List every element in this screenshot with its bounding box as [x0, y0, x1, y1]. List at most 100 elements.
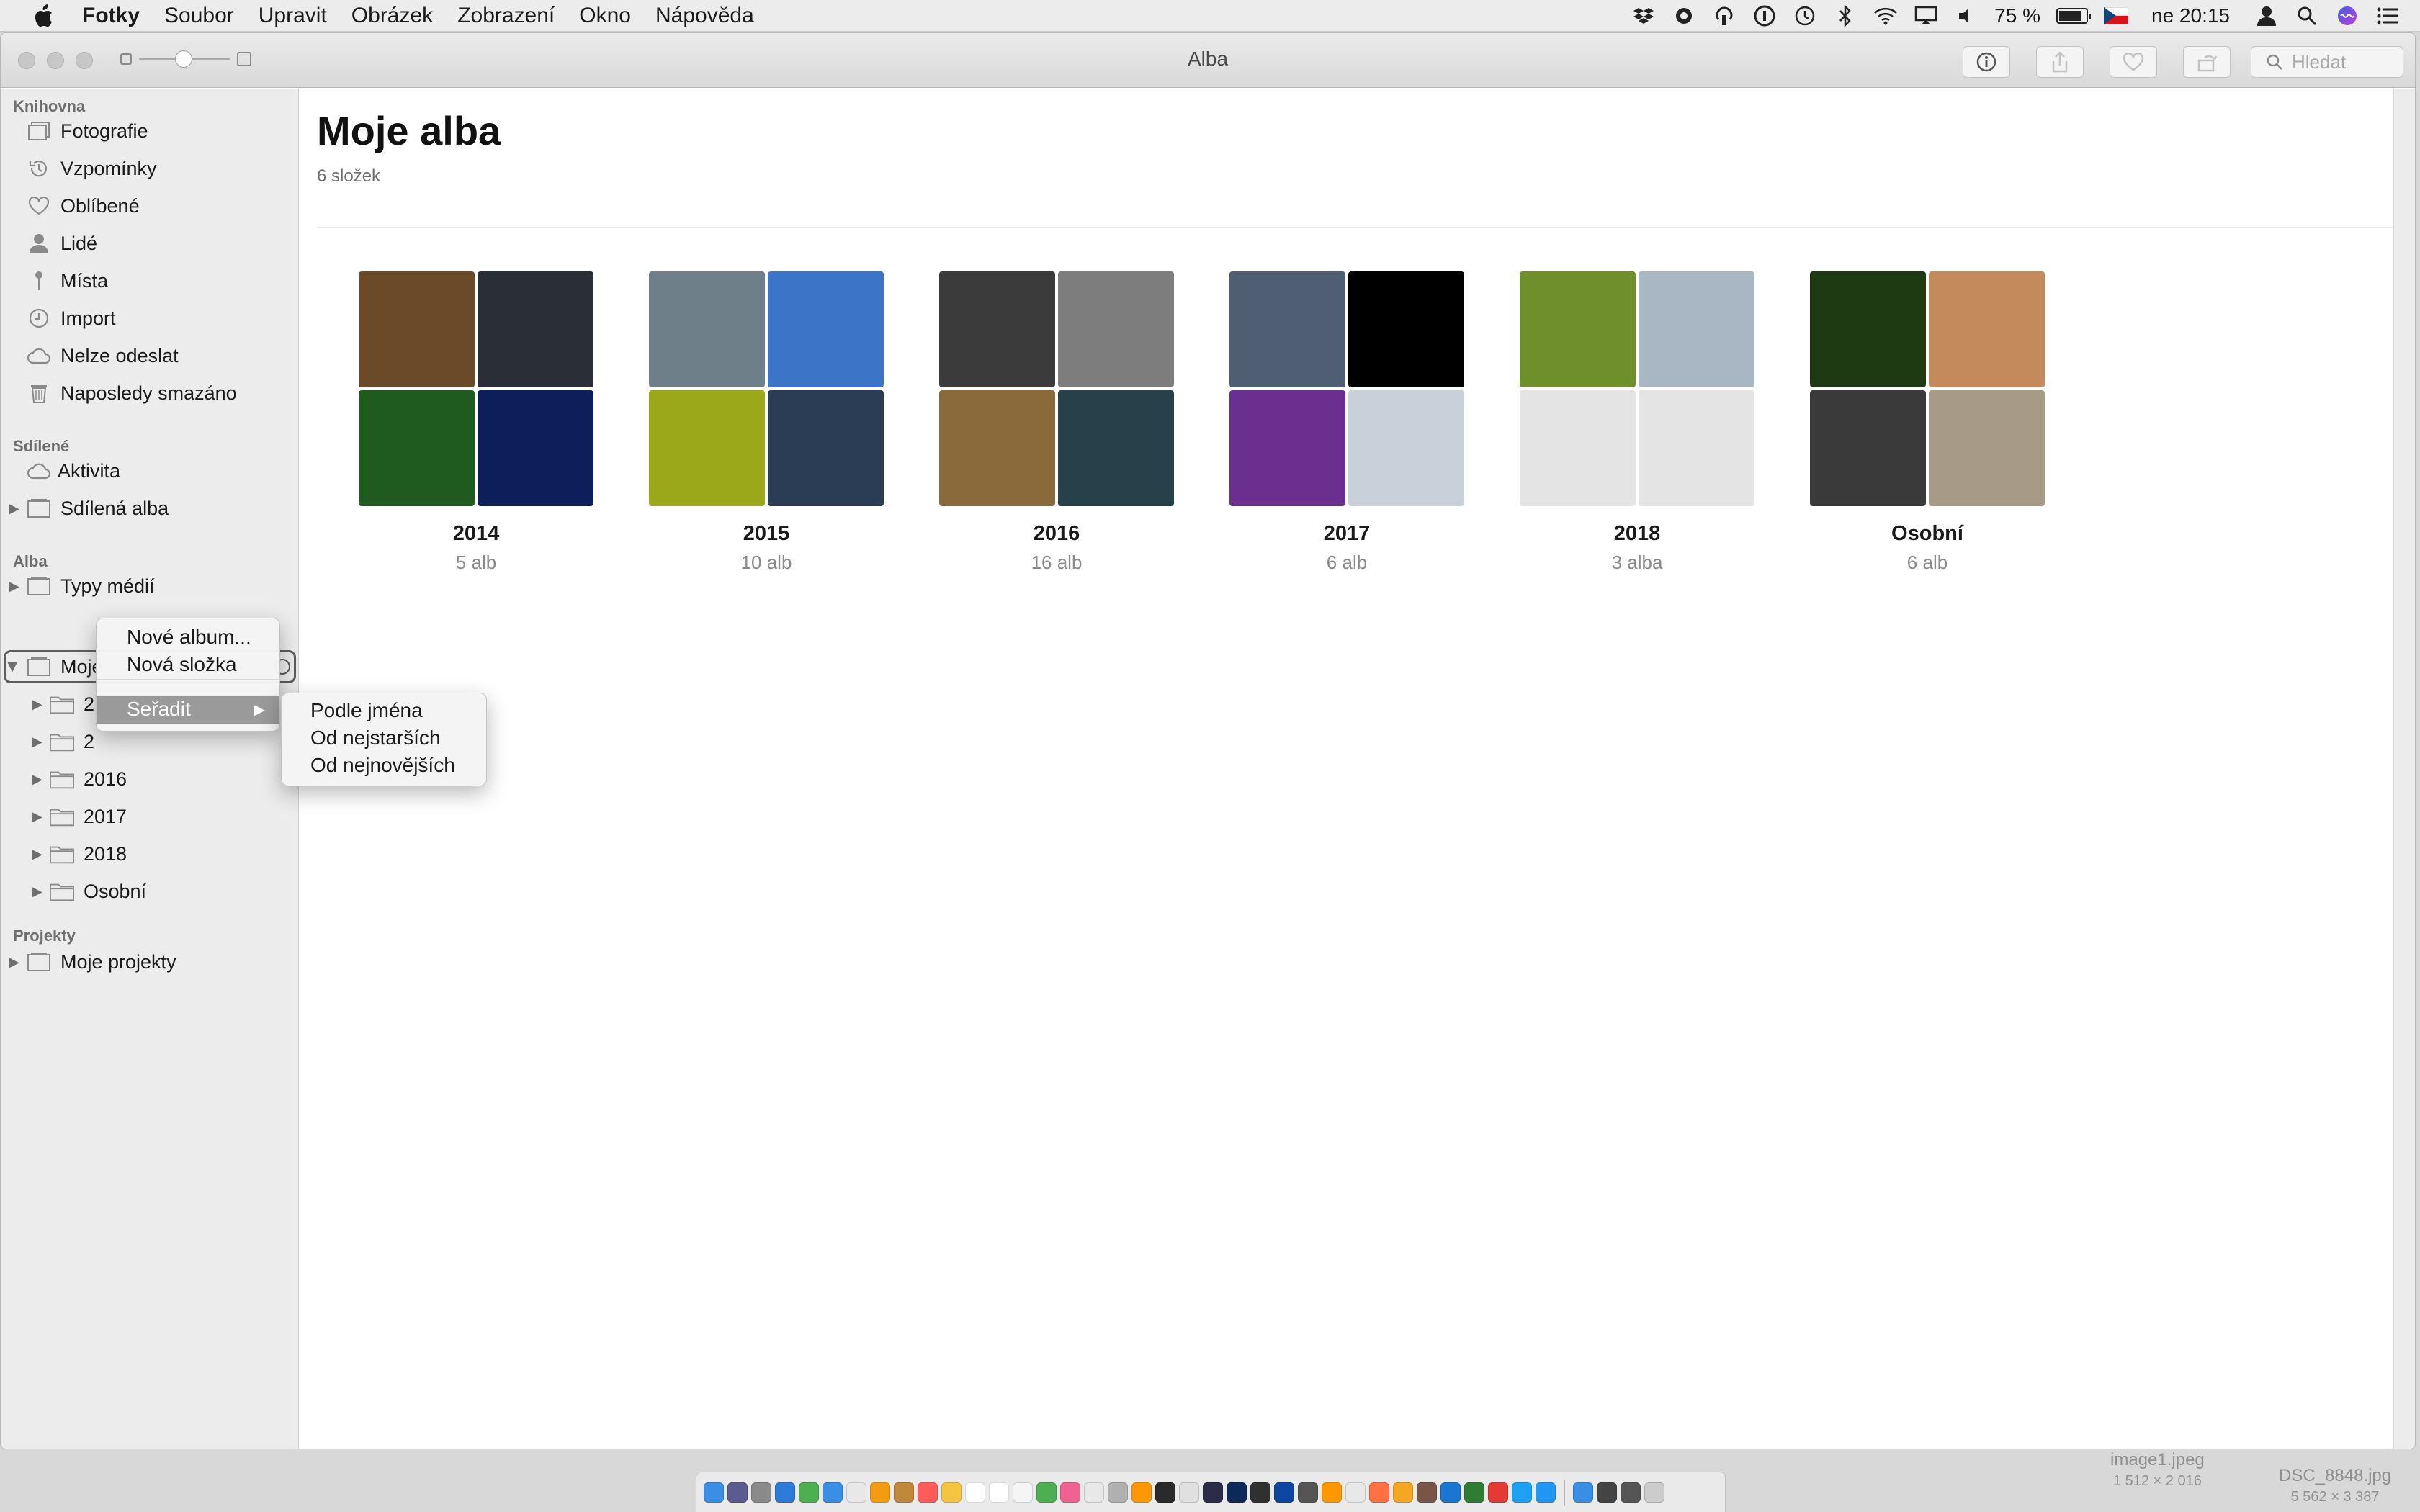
dock-app-icon[interactable] — [1488, 1482, 1508, 1503]
onepassword-icon[interactable] — [1752, 4, 1777, 28]
menu-napoveda[interactable]: Nápověda — [655, 4, 754, 28]
sidebar-folder-2017[interactable]: ▶ 2017 — [1, 800, 299, 833]
favorite-button[interactable] — [2110, 46, 2157, 78]
folder-thumbnail-grid[interactable] — [1520, 271, 1754, 506]
album-folder[interactable]: 2014 5 alb — [359, 271, 593, 574]
album-folder[interactable]: Osobní 6 alb — [1810, 271, 2045, 574]
sidebar-item-vzpominky[interactable]: Vzpomínky — [1, 152, 299, 185]
creative-cloud-icon[interactable] — [1672, 4, 1696, 28]
disclosure-triangle-expanded-icon[interactable]: ▶ — [5, 662, 20, 672]
dock-app-icon[interactable] — [751, 1482, 771, 1503]
menu-item-sort-by-name[interactable]: Podle jména — [310, 699, 423, 722]
clock[interactable]: ne 20:15 — [2151, 4, 2230, 27]
dock-app-icon[interactable] — [1179, 1482, 1199, 1503]
dock-app-icon[interactable] — [1345, 1482, 1366, 1503]
dock-app-icon[interactable] — [1597, 1482, 1617, 1503]
sidebar-item-import[interactable]: Import — [1, 302, 299, 335]
info-button[interactable] — [1963, 46, 2010, 78]
dock-app-icon[interactable] — [1621, 1482, 1641, 1503]
bluetooth-icon[interactable] — [1833, 4, 1857, 28]
disclosure-triangle-icon[interactable]: ▶ — [32, 772, 42, 787]
menu-item-sort-newest[interactable]: Od nejnovějších — [310, 754, 455, 777]
dock-app-icon[interactable] — [1322, 1482, 1342, 1503]
siri-icon[interactable] — [2335, 4, 2360, 28]
disclosure-triangle-icon[interactable]: ▶ — [9, 501, 19, 516]
sidebar-item-mista[interactable]: Místa — [1, 264, 299, 297]
album-folder[interactable]: 2017 6 alb — [1229, 271, 1464, 574]
dock-app-icon[interactable] — [1084, 1482, 1104, 1503]
sidebar-folder-2018[interactable]: ▶ 2018 — [1, 837, 299, 870]
sidebar-item-moje-projekty[interactable]: ▶ Moje projekty — [1, 945, 299, 978]
disclosure-triangle-icon[interactable]: ▶ — [32, 734, 42, 750]
sidebar-item-lide[interactable]: Lidé — [1, 227, 299, 260]
notification-center-icon[interactable] — [2375, 4, 2400, 28]
rotate-button[interactable] — [2183, 46, 2231, 78]
sidebar-item-fotografie[interactable]: Fotografie — [1, 114, 299, 148]
menu-app-name[interactable]: Fotky — [82, 4, 140, 28]
folder-thumbnail-grid[interactable] — [359, 271, 593, 506]
menu-item-new-album[interactable]: Nové album... — [127, 626, 251, 649]
sidebar-item-naposledy-smazano[interactable]: Naposledy smazáno — [1, 377, 299, 410]
dock-app-icon[interactable] — [1393, 1482, 1413, 1503]
sidebar-folder-2016[interactable]: ▶ 2016 — [1, 762, 299, 796]
dock-app-icon[interactable] — [989, 1482, 1009, 1503]
dropbox-icon[interactable] — [1631, 4, 1656, 28]
folder-thumbnail-grid[interactable] — [649, 271, 884, 506]
dock-app-icon[interactable] — [1298, 1482, 1318, 1503]
dock-app-icon[interactable] — [727, 1482, 748, 1503]
search-input[interactable]: Hledat — [2251, 46, 2403, 78]
menu-zobrazeni[interactable]: Zobrazení — [457, 4, 555, 28]
wifi-icon[interactable] — [1873, 4, 1898, 28]
desktop-file-image1[interactable]: image1.jpeg 1 512 × 2 016 — [2110, 1450, 2205, 1490]
airplay-icon[interactable] — [1914, 4, 1938, 28]
menu-soubor[interactable]: Soubor — [164, 4, 234, 28]
sidebar-item-typy-medii[interactable]: ▶ Typy médií — [1, 570, 299, 603]
dock-app-icon[interactable] — [1131, 1482, 1152, 1503]
dock-app-icon[interactable] — [1369, 1482, 1389, 1503]
dock-app-icon[interactable] — [1060, 1482, 1080, 1503]
menu-okno[interactable]: Okno — [579, 4, 631, 28]
disclosure-triangle-icon[interactable]: ▶ — [32, 884, 42, 899]
disclosure-triangle-icon[interactable]: ▶ — [32, 847, 42, 862]
dock-app-icon[interactable] — [799, 1482, 819, 1503]
dock-app-icon[interactable] — [1644, 1482, 1664, 1503]
volume-icon[interactable] — [1954, 4, 1978, 28]
disclosure-triangle-icon[interactable]: ▶ — [9, 579, 19, 594]
dock-app-icon[interactable] — [1536, 1482, 1556, 1503]
folder-thumbnail-grid[interactable] — [1229, 271, 1464, 506]
spotlight-search-icon[interactable] — [2295, 4, 2319, 28]
dock-app-icon[interactable] — [1227, 1482, 1247, 1503]
dock-app-icon[interactable] — [1464, 1482, 1484, 1503]
album-folder[interactable]: 2015 10 alb — [649, 271, 884, 574]
sidebar-item-nelze-odeslat[interactable]: Nelze odeslat — [1, 339, 299, 372]
dock-app-icon[interactable] — [775, 1482, 795, 1503]
disclosure-triangle-icon[interactable]: ▶ — [32, 809, 42, 824]
time-machine-icon[interactable] — [1793, 4, 1817, 28]
menu-item-sort-oldest[interactable]: Od nejstarších — [310, 726, 441, 750]
czech-flag-icon[interactable] — [2104, 7, 2128, 24]
dock-app-icon[interactable] — [1013, 1482, 1033, 1503]
folder-thumbnail-grid[interactable] — [1810, 271, 2045, 506]
dock-app-icon[interactable] — [1036, 1482, 1057, 1503]
sidebar-item-sdilena-alba[interactable]: ▶ Sdílená alba — [1, 492, 299, 525]
sidebar-item-aktivita[interactable]: Aktivita — [1, 454, 299, 487]
dock-app-icon[interactable] — [1417, 1482, 1437, 1503]
dock-app-icon[interactable] — [1512, 1482, 1532, 1503]
apple-menu-icon[interactable] — [29, 1, 58, 30]
user-icon[interactable] — [2254, 4, 2279, 28]
menu-item-new-folder[interactable]: Nová složka — [127, 653, 237, 676]
sidebar-item-oblibene[interactable]: Oblíbené — [1, 189, 299, 222]
menu-obrazek[interactable]: Obrázek — [351, 4, 433, 28]
dock-app-icon[interactable] — [941, 1482, 962, 1503]
disclosure-triangle-icon[interactable]: ▶ — [32, 697, 42, 712]
folder-thumbnail-grid[interactable] — [939, 271, 1174, 506]
scrollbar[interactable] — [2393, 89, 2415, 1449]
dock-app-icon[interactable] — [1203, 1482, 1223, 1503]
dock-app-icon[interactable] — [823, 1482, 843, 1503]
dock-app-icon[interactable] — [1440, 1482, 1461, 1503]
airdrop-icon[interactable] — [1712, 4, 1736, 28]
dock-app-icon[interactable] — [894, 1482, 914, 1503]
dock-app-icon[interactable] — [1155, 1482, 1175, 1503]
dock-app-icon[interactable] — [870, 1482, 890, 1503]
dock-app-icon[interactable] — [1250, 1482, 1270, 1503]
